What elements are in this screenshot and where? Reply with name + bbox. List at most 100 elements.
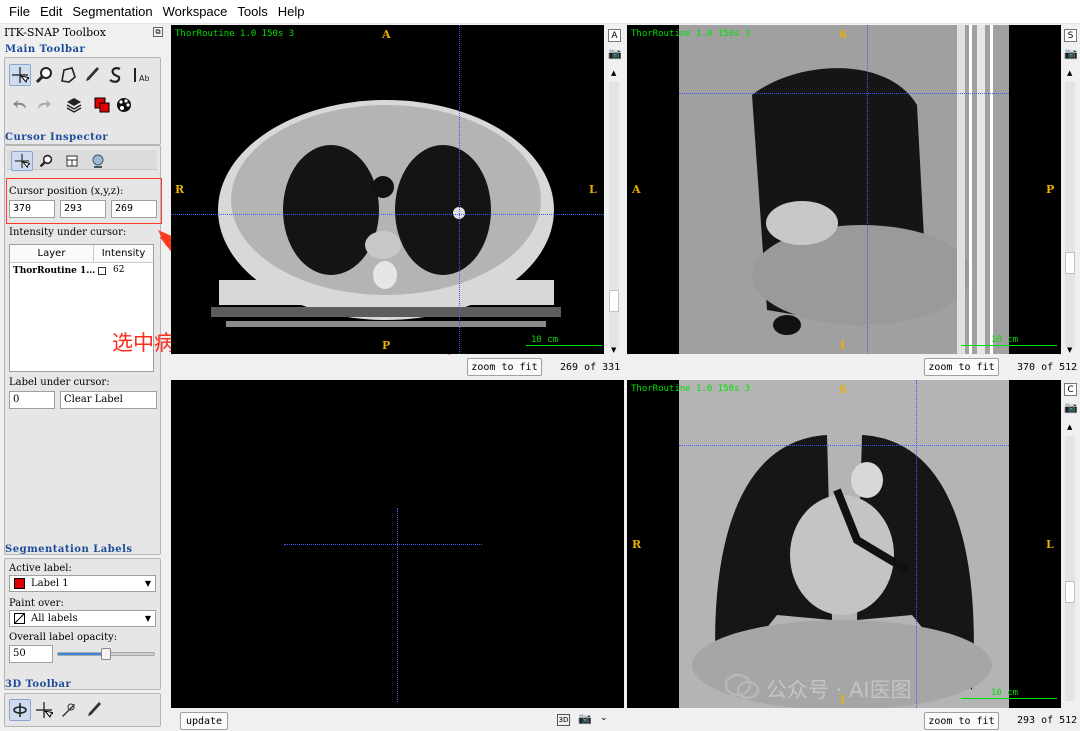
opacity-slider[interactable]: [57, 648, 155, 660]
scroll-up-icon[interactable]: ▲: [611, 69, 616, 77]
label-under-cursor-label: Label under cursor:: [9, 377, 110, 388]
paintbrush-tool-icon[interactable]: [81, 64, 103, 86]
layers-icon[interactable]: [63, 94, 85, 116]
paint-over-dropdown[interactable]: All labels ▼: [9, 610, 156, 627]
crosshair-vertical: [916, 380, 917, 708]
toolbox-title: ITK-SNAP Toolbox: [4, 26, 106, 39]
segmentation-labels-panel: Active label: Label 1 ▼ Paint over: All …: [4, 558, 161, 690]
toolbar-3d: [4, 693, 161, 727]
scalpel-icon[interactable]: [57, 699, 79, 721]
rotate-3d-icon[interactable]: [9, 699, 31, 721]
undock-icon[interactable]: ⧉: [153, 27, 163, 37]
active-label-dropdown[interactable]: Label 1 ▼: [9, 575, 156, 592]
annotation-box: [6, 178, 162, 224]
axial-side-toolbar: A 📷 ▲ ▼: [604, 25, 624, 355]
coronal-orient-left: R: [632, 538, 642, 551]
axial-scale-text: 10 cm: [531, 335, 559, 345]
menu-help[interactable]: Help: [273, 4, 310, 19]
opacity-label: Overall label opacity:: [9, 632, 118, 643]
sagittal-ct-image: [679, 25, 1009, 354]
segmentation-labels-title: Segmentation Labels: [5, 544, 133, 555]
menu-bar: File Edit Segmentation Workspace Tools H…: [0, 0, 1080, 24]
crosshair-vertical: [459, 25, 460, 354]
crosshair-horizontal: [679, 93, 1009, 94]
tab-cursor-icon[interactable]: [11, 151, 33, 171]
axial-scroll-thumb[interactable]: [609, 290, 619, 312]
coronal-slice-count: 293 of 512: [1017, 715, 1078, 726]
axial-slice-count: 269 of 331: [560, 362, 621, 373]
axial-scale-bar: [526, 345, 602, 346]
scroll-down-icon[interactable]: ▼: [1067, 346, 1072, 354]
view-coronal-icon[interactable]: C: [1064, 383, 1077, 396]
sagittal-scroll-thumb[interactable]: [1065, 252, 1075, 274]
chevron-down-icon: ▼: [144, 614, 151, 623]
sagittal-orient-left: A: [632, 183, 641, 196]
coronal-scale-bar: [961, 698, 1057, 699]
label-under-cursor-name[interactable]: Clear Label: [60, 391, 157, 409]
table-row-layer[interactable]: ThorRoutine 1…: [13, 266, 95, 276]
axial-scrollbar[interactable]: [609, 82, 619, 347]
coronal-orient-right: L: [1046, 538, 1054, 551]
camera-icon[interactable]: 📷: [608, 47, 622, 60]
sagittal-zoom-fit-button[interactable]: zoom to fit: [924, 358, 999, 376]
redo-icon[interactable]: [33, 94, 55, 116]
coronal-view[interactable]: ThorRoutine 1.0 I50s 3 S R L I 10 cm: [627, 380, 1061, 708]
axial-view[interactable]: ThorRoutine 1.0 I50s 3 A R L P 10 cm: [171, 25, 604, 354]
menu-file[interactable]: File: [4, 4, 35, 19]
svg-text:Ab: Ab: [139, 74, 149, 83]
label-under-cursor-value[interactable]: 0: [9, 391, 55, 409]
view-3d-icon[interactable]: 3D: [557, 714, 570, 726]
view-sagittal-icon[interactable]: S: [1064, 29, 1077, 42]
cursor-inspector-title: Cursor Inspector: [5, 132, 109, 143]
polygon-tool-icon[interactable]: [57, 64, 79, 86]
tab-zoom-icon[interactable]: [36, 151, 56, 171]
scroll-down-icon[interactable]: ▼: [611, 346, 616, 354]
camera-icon[interactable]: 📷: [1064, 401, 1078, 414]
sagittal-scrollbar[interactable]: [1065, 82, 1075, 347]
camera-icon[interactable]: 📷: [578, 712, 592, 725]
coronal-zoom-fit-button[interactable]: zoom to fit: [924, 712, 999, 730]
tab-layout-icon[interactable]: [62, 151, 82, 171]
scroll-up-icon[interactable]: ▲: [1067, 423, 1072, 431]
sagittal-orient-top: S: [839, 28, 847, 41]
menu-workspace[interactable]: Workspace: [158, 4, 233, 19]
annotation-tool-icon[interactable]: Ab: [129, 64, 151, 86]
update-3d-button[interactable]: update: [180, 712, 228, 730]
all-labels-icon: [14, 613, 25, 624]
snake-tool-icon[interactable]: [105, 64, 127, 86]
crosshair-3d-icon[interactable]: [33, 699, 55, 721]
camera-icon[interactable]: 📷: [1064, 47, 1078, 60]
toolbox-panel: ITK-SNAP Toolbox ⧉ Main Toolbar Ab Curso…: [0, 24, 168, 731]
column-header-layer[interactable]: Layer: [10, 245, 94, 263]
axial-orient-right: L: [589, 183, 597, 196]
axial-zoom-fit-button[interactable]: zoom to fit: [467, 358, 542, 376]
menu-segmentation[interactable]: Segmentation: [67, 4, 157, 19]
sagittal-view[interactable]: ThorRoutine 1.0 I50s 3 S A P I 10 cm: [627, 25, 1061, 354]
scroll-up-icon[interactable]: ▲: [1067, 69, 1072, 77]
coronal-scroll-thumb[interactable]: [1065, 581, 1075, 603]
crosshair-vertical: [867, 25, 868, 354]
opacity-slider-fill: [58, 653, 106, 655]
column-header-intensity[interactable]: Intensity: [94, 245, 153, 263]
palette-icon[interactable]: [113, 94, 135, 116]
menu-edit[interactable]: Edit: [35, 4, 67, 19]
three-d-view[interactable]: [171, 380, 624, 708]
label-color-icon[interactable]: [91, 94, 113, 116]
coronal-ct-image: [679, 380, 1009, 708]
sagittal-orient-bottom: I: [840, 339, 846, 352]
active-label-value: Label 1: [31, 578, 69, 589]
coronal-scrollbar[interactable]: [1065, 436, 1075, 701]
watermark-text: 公众号 · AI医图: [766, 678, 912, 702]
tab-sync-icon[interactable]: [88, 151, 108, 171]
crosshair-tool-icon[interactable]: [9, 64, 31, 86]
opacity-slider-thumb[interactable]: [101, 648, 111, 660]
view-axial-icon[interactable]: A: [608, 29, 621, 42]
menu-tools[interactable]: Tools: [232, 4, 272, 19]
active-label-label: Active label:: [9, 563, 72, 574]
spraypaint-icon[interactable]: [83, 699, 105, 721]
zoom-tool-icon[interactable]: [33, 64, 55, 86]
undo-icon[interactable]: [9, 94, 31, 116]
sagittal-side-toolbar: S 📷 ▲ ▼: [1061, 25, 1080, 355]
opacity-field[interactable]: 50: [9, 645, 53, 663]
chevron-down-icon[interactable]: ⌄: [600, 713, 608, 723]
